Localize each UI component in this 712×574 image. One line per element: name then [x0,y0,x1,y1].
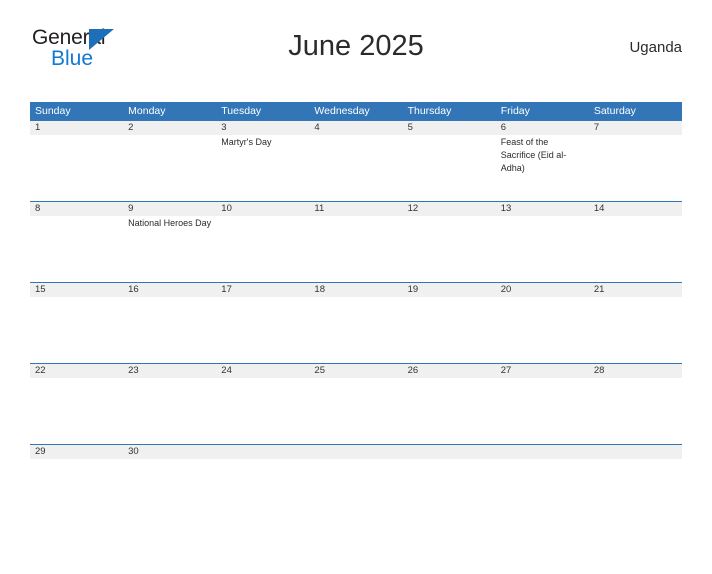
day-number: 20 [500,284,512,295]
day-number: 29 [35,446,46,457]
weekday-header-friday: Friday [500,105,530,117]
day-number: 2 [128,122,134,133]
calendar-grid: Sunday Monday Tuesday Wednesday Thursday Frid… [30,102,682,479]
page-header: General Blue June 2025 Uganda [30,24,682,76]
day-number: 9 [128,203,134,214]
day-cell-16[interactable]: 16 [123,283,216,363]
day-cell-3[interactable]: 3 Martyr's Day [216,121,309,201]
day-cell-13[interactable]: 13 [496,202,589,282]
day-number: 7 [593,122,600,133]
day-cell-23[interactable]: 23 [123,364,216,444]
day-number: 15 [35,284,46,295]
day-cell-5[interactable]: 5 [403,121,496,201]
day-number: 11 [314,203,325,214]
weekday-header-sunday: Sunday [35,105,71,117]
country-label: Uganda [629,39,682,56]
day-cell-empty [589,445,682,479]
day-cell-14[interactable]: 14 [589,202,682,282]
holiday-event: Feast of the Sacrifice (Eid al-Adha) [500,137,567,173]
calendar-week-cells: 8 9 National Heroes Day 10 11 12 13 14 [30,202,682,282]
day-events: Martyr's Day [221,135,305,149]
day-cell-20[interactable]: 20 [496,283,589,363]
day-number: 1 [35,122,41,133]
day-number [594,445,678,459]
holiday-event: Martyr's Day [221,137,272,147]
day-number: 19 [407,284,419,295]
day-cell-18[interactable]: 18 [309,283,402,363]
weekday-header-monday: Monday [128,105,166,117]
day-number: 21 [593,284,605,295]
holiday-event: National Heroes Day [128,218,212,228]
calendar-week-row: 22 23 24 25 26 27 28 [30,363,682,444]
day-cell-26[interactable]: 26 [403,364,496,444]
day-number: 3 [221,122,227,133]
day-cell-17[interactable]: 17 [216,283,309,363]
calendar-week-row: 29 30 [30,444,682,479]
day-number: 12 [407,203,419,214]
day-number: 4 [314,122,320,133]
day-number: 24 [221,365,232,376]
day-number: 13 [500,203,512,214]
day-cell-empty [309,445,402,479]
day-number: 22 [35,365,46,376]
day-cell-19[interactable]: 19 [403,283,496,363]
day-number: 16 [128,284,139,295]
day-cell-1[interactable]: 1 [30,121,123,201]
day-cell-12[interactable]: 12 [403,202,496,282]
day-cell-30[interactable]: 30 [123,445,216,479]
day-number: 27 [500,365,512,376]
calendar-week-row: 1 2 3 Martyr's Day 4 5 6 Feast of the Sacrifice… [30,121,682,201]
day-number: 14 [593,203,605,214]
calendar-week-row: 15 16 17 18 19 20 21 [30,282,682,363]
weekday-header-saturday: Saturday [593,105,636,117]
day-cell-7[interactable]: 7 [589,121,682,201]
day-number: 30 [128,446,139,457]
day-cell-9[interactable]: 9 National Heroes Day [123,202,216,282]
day-number: 26 [407,365,419,376]
day-number: 25 [314,365,325,376]
calendar-week-cells: 15 16 17 18 19 20 21 [30,283,682,363]
day-number [408,445,492,459]
day-events: National Heroes Day [128,216,212,230]
day-cell-27[interactable]: 27 [496,364,589,444]
day-cell-11[interactable]: 11 [309,202,402,282]
weekday-header-row: Sunday Monday Tuesday Wednesday Thursday Frid… [30,102,682,121]
day-number: 8 [35,203,41,214]
day-number: 17 [221,284,232,295]
day-number: 23 [128,365,139,376]
day-cell-15[interactable]: 15 [30,283,123,363]
weekday-header-wednesday: Wednesday [314,105,370,117]
weekday-header-tuesday: Tuesday [221,105,262,117]
day-number: 10 [221,203,232,214]
day-cell-4[interactable]: 4 [309,121,402,201]
calendar-week-cells: 29 30 [30,445,682,479]
day-cell-22[interactable]: 22 [30,364,123,444]
day-number: 6 [500,122,506,133]
page-title: June 2025 [288,30,424,62]
day-number [501,445,585,459]
day-cell-empty [216,445,309,479]
day-cell-28[interactable]: 28 [589,364,682,444]
weekday-header-thursday: Thursday [407,105,452,117]
calendar-week-cells: 22 23 24 25 26 27 28 [30,364,682,444]
day-cell-empty [496,445,589,479]
day-number: 28 [593,365,605,376]
calendar-weeks: 1 2 3 Martyr's Day 4 5 6 Feast of the Sacrifice… [30,121,682,479]
day-cell-8[interactable]: 8 [30,202,123,282]
day-number: 5 [407,122,413,133]
day-cell-24[interactable]: 24 [216,364,309,444]
day-cell-6[interactable]: 6 Feast of the Sacrifice (Eid al-Adha) [496,121,589,201]
day-cell-29[interactable]: 29 [30,445,123,479]
day-cell-2[interactable]: 2 [123,121,216,201]
day-cell-25[interactable]: 25 [309,364,402,444]
day-cell-10[interactable]: 10 [216,202,309,282]
day-number [221,445,305,459]
day-cell-empty [403,445,496,479]
day-number: 18 [314,284,325,295]
day-number [314,445,398,459]
day-cell-21[interactable]: 21 [589,283,682,363]
calendar-week-cells: 1 2 3 Martyr's Day 4 5 6 Feast of the Sacrifice… [30,121,682,201]
calendar-week-row: 8 9 National Heroes Day 10 11 12 13 14 [30,201,682,282]
day-events: Feast of the Sacrifice (Eid al-Adha) [501,135,585,175]
